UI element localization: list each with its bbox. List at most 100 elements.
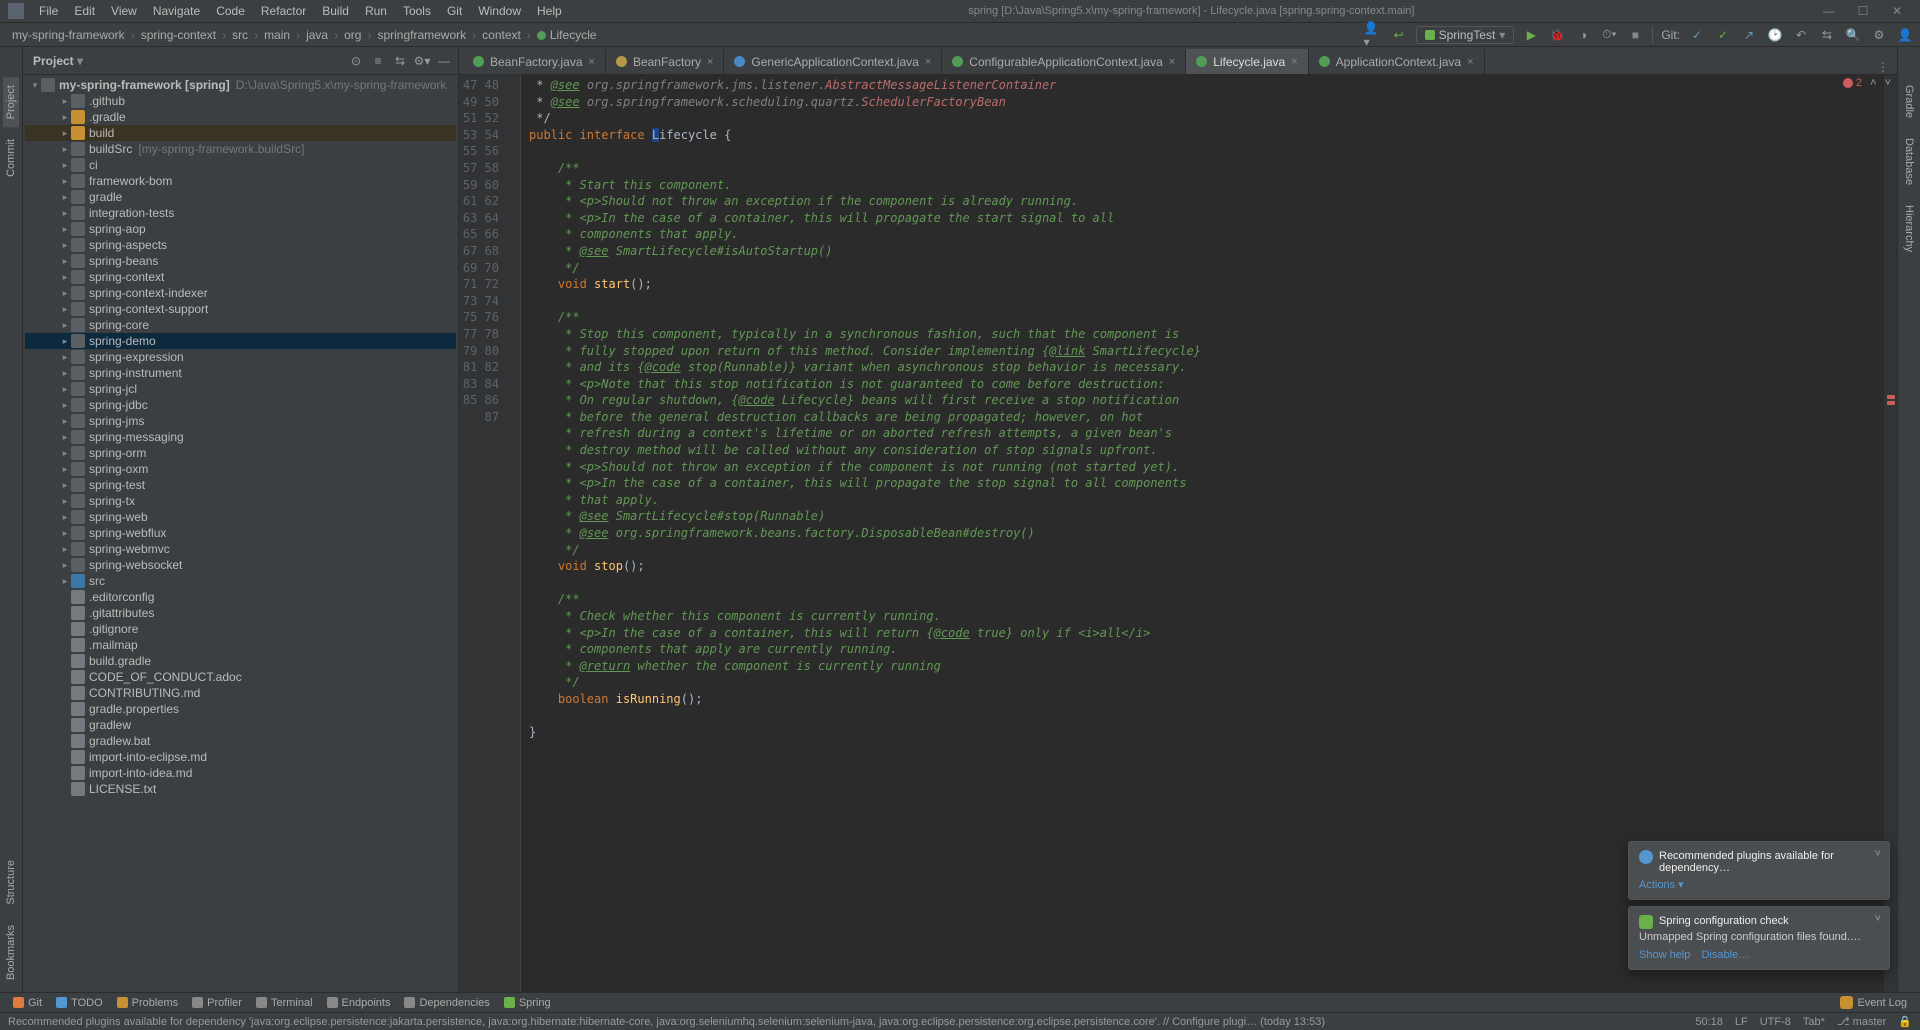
menu-edit[interactable]: Edit — [67, 1, 102, 21]
breadcrumb-item[interactable]: my-spring-framework — [6, 26, 131, 44]
expander-icon[interactable]: ▸ — [59, 528, 71, 539]
sidebar-tab-project[interactable]: Project — [3, 77, 19, 127]
tree-row[interactable]: build.gradle — [25, 653, 456, 669]
tree-row[interactable]: ▸spring-instrument — [25, 365, 456, 381]
tree-row[interactable]: .mailmap — [25, 637, 456, 653]
tool-tab-spring[interactable]: Spring — [497, 997, 558, 1009]
git-update-button[interactable]: ✓ — [1688, 26, 1706, 44]
tree-row[interactable]: ▸spring-messaging — [25, 429, 456, 445]
expander-icon[interactable]: ▸ — [59, 96, 71, 107]
breadcrumb-item[interactable]: springframework — [371, 26, 472, 44]
tool-tab-problems[interactable]: Problems — [110, 997, 185, 1009]
tree-row[interactable]: import-into-eclipse.md — [25, 749, 456, 765]
tree-row[interactable]: ▸ci — [25, 157, 456, 173]
close-tab-icon[interactable]: × — [1169, 56, 1175, 68]
expander-icon[interactable]: ▸ — [59, 352, 71, 363]
settings-button[interactable]: ⚙ — [1870, 26, 1888, 44]
tool-tab-profiler[interactable]: Profiler — [185, 997, 249, 1009]
tool-tab-git[interactable]: Git — [6, 997, 49, 1009]
disable-link[interactable]: Disable… — [1701, 949, 1749, 961]
tree-row[interactable]: ▸spring-core — [25, 317, 456, 333]
caret-position[interactable]: 50:18 — [1695, 1016, 1723, 1028]
editor-tab[interactable]: ApplicationContext.java× — [1309, 49, 1485, 74]
expander-icon[interactable]: ▸ — [59, 400, 71, 411]
menu-run[interactable]: Run — [358, 1, 394, 21]
expander-icon[interactable]: ▸ — [59, 544, 71, 555]
breadcrumb-item[interactable]: org — [338, 26, 367, 44]
tree-row[interactable]: ▸spring-orm — [25, 445, 456, 461]
project-view-selector[interactable]: Project — [29, 54, 87, 68]
git-history-button[interactable]: 🕑 — [1766, 26, 1784, 44]
menu-file[interactable]: File — [32, 1, 65, 21]
editor-tab[interactable]: Lifecycle.java× — [1186, 49, 1308, 74]
sidebar-tab-structure[interactable]: Structure — [3, 852, 19, 913]
error-mark[interactable] — [1887, 401, 1895, 405]
expander-icon[interactable]: ▸ — [59, 512, 71, 523]
git-push-button[interactable]: ↗ — [1740, 26, 1758, 44]
tree-row[interactable]: ▸spring-context-indexer — [25, 285, 456, 301]
expander-icon[interactable]: ▸ — [59, 240, 71, 251]
prev-highlight-button[interactable]: ˄ — [1870, 77, 1876, 89]
back-icon[interactable]: ↩ — [1390, 26, 1408, 44]
breadcrumb-item[interactable]: Lifecycle — [531, 26, 603, 44]
stop-button[interactable]: ■ — [1626, 26, 1644, 44]
expander-icon[interactable]: ▸ — [59, 128, 71, 139]
tree-row[interactable]: LICENSE.txt — [25, 781, 456, 797]
breadcrumb-item[interactable]: java — [300, 26, 334, 44]
tree-row[interactable]: ▸spring-aop — [25, 221, 456, 237]
tree-row[interactable]: ▸spring-webmvc — [25, 541, 456, 557]
editor-tab[interactable]: BeanFactory× — [606, 49, 724, 74]
tree-row[interactable]: ▸.gradle — [25, 109, 456, 125]
profile-button[interactable]: ⏱▾ — [1600, 26, 1618, 44]
tree-row[interactable]: ▸spring-web — [25, 509, 456, 525]
expander-icon[interactable]: ▸ — [59, 336, 71, 347]
actions-link[interactable]: Actions ▾ — [1639, 879, 1684, 891]
tree-row[interactable]: ▸spring-expression — [25, 349, 456, 365]
tree-row[interactable]: ▸framework-bom — [25, 173, 456, 189]
tree-row[interactable]: ▸gradle — [25, 189, 456, 205]
tree-row[interactable]: ▸src — [25, 573, 456, 589]
gutter-icons[interactable] — [505, 75, 521, 992]
lock-icon[interactable]: 🔒 — [1898, 1015, 1912, 1028]
notification-spring[interactable]: ˅ Spring configuration check Unmapped Sp… — [1628, 906, 1890, 970]
breadcrumb-item[interactable]: src — [226, 26, 254, 44]
maximize-button[interactable]: ☐ — [1848, 2, 1878, 20]
tree-row[interactable]: gradle.properties — [25, 701, 456, 717]
line-number-gutter[interactable]: 47 48 49 50 51 52 53 54 55 56 57 58 59 6… — [459, 75, 505, 992]
expander-icon[interactable]: ▸ — [59, 560, 71, 571]
menu-tools[interactable]: Tools — [396, 1, 438, 21]
expander-icon[interactable]: ▸ — [59, 160, 71, 171]
tree-row[interactable]: ▸buildSrc[my-spring-framework.buildSrc] — [25, 141, 456, 157]
tree-row[interactable]: .editorconfig — [25, 589, 456, 605]
run-button[interactable]: ▶ — [1522, 26, 1540, 44]
tree-row[interactable]: CODE_OF_CONDUCT.adoc — [25, 669, 456, 685]
tool-tab-terminal[interactable]: Terminal — [249, 997, 320, 1009]
close-button[interactable]: ✕ — [1882, 2, 1912, 20]
expander-icon[interactable]: ▸ — [59, 208, 71, 219]
file-encoding[interactable]: UTF-8 — [1760, 1016, 1791, 1028]
project-tree[interactable]: ▾ my-spring-framework [spring] D:\Java\S… — [23, 75, 458, 992]
expander-icon[interactable]: ▸ — [59, 384, 71, 395]
tool-tab-todo[interactable]: TODO — [49, 997, 110, 1009]
tree-row[interactable]: ▸spring-test — [25, 477, 456, 493]
menu-help[interactable]: Help — [530, 1, 569, 21]
breadcrumb-item[interactable]: main — [258, 26, 296, 44]
tree-row[interactable]: ▸spring-tx — [25, 493, 456, 509]
minimize-button[interactable]: — — [1814, 2, 1844, 20]
settings-icon[interactable]: ⚙▾ — [414, 53, 430, 69]
tree-row[interactable]: ▸spring-context-support — [25, 301, 456, 317]
tree-row[interactable]: gradlew.bat — [25, 733, 456, 749]
tree-row[interactable]: ▸spring-jms — [25, 413, 456, 429]
tree-row[interactable]: .gitattributes — [25, 605, 456, 621]
expander-icon[interactable]: ▸ — [59, 432, 71, 443]
tree-row[interactable]: ▸spring-jcl — [25, 381, 456, 397]
expander-icon[interactable]: ▸ — [59, 320, 71, 331]
editor-tab[interactable]: BeanFactory.java× — [463, 49, 606, 74]
editor-tab[interactable]: GenericApplicationContext.java× — [724, 49, 942, 74]
next-highlight-button[interactable]: ˅ — [1885, 77, 1891, 89]
menu-view[interactable]: View — [104, 1, 144, 21]
tool-tab-endpoints[interactable]: Endpoints — [320, 997, 398, 1009]
expander-icon[interactable]: ▸ — [59, 368, 71, 379]
sidebar-tab-bookmarks[interactable]: Bookmarks — [3, 917, 19, 988]
close-icon[interactable]: ˅ — [1875, 913, 1881, 925]
